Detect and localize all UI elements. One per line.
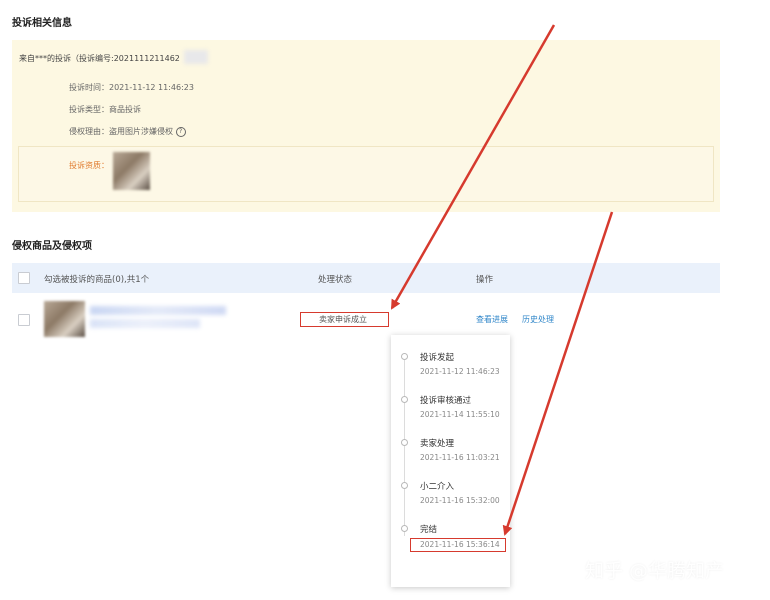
watermark: 知乎 @华腾知产 bbox=[585, 560, 725, 582]
annotation-arrows bbox=[390, 24, 614, 536]
arrow-to-status bbox=[390, 24, 556, 310]
arrow-to-completion-time bbox=[502, 211, 614, 536]
